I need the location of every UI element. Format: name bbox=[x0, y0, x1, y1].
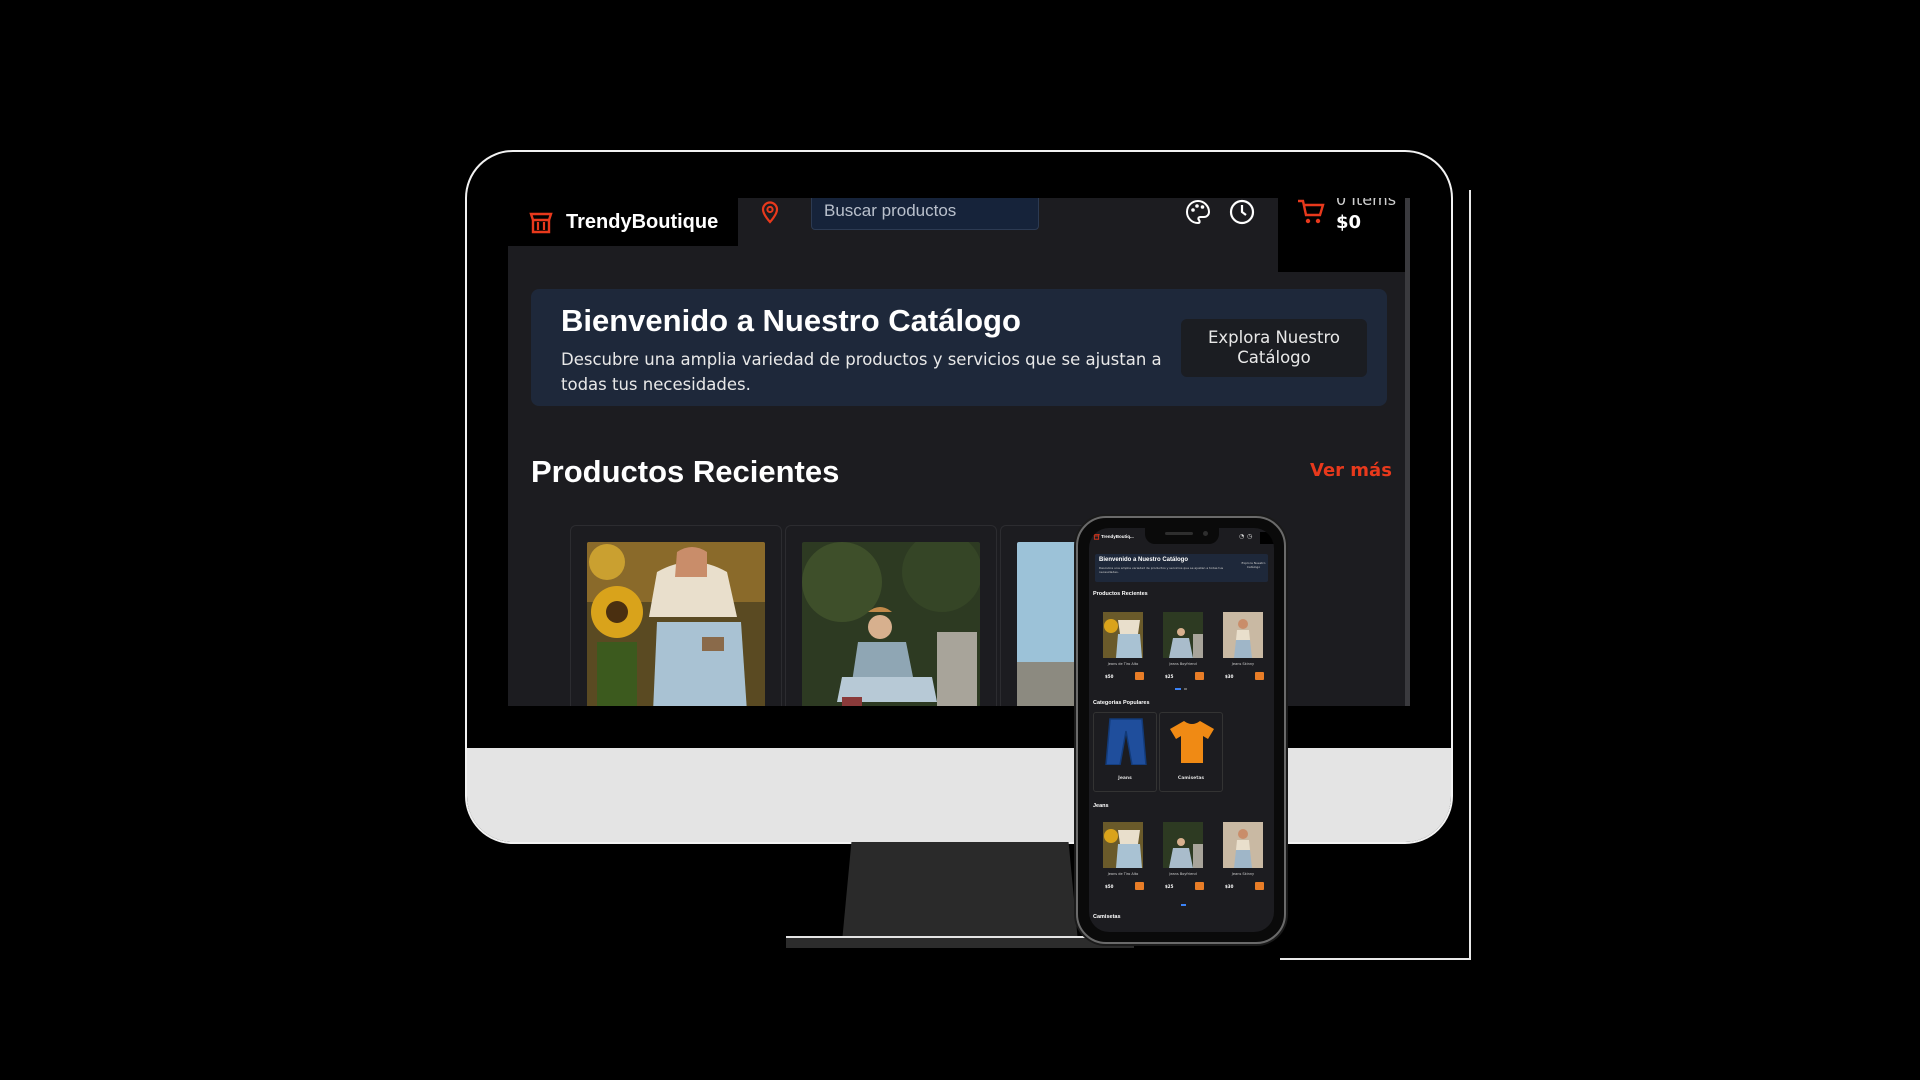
cart-total: $0 bbox=[1336, 212, 1362, 233]
add-to-cart-button[interactable] bbox=[1195, 882, 1204, 890]
mobile-brand: TrendyBoutiq... bbox=[1101, 534, 1134, 539]
palette-icon bbox=[1186, 199, 1211, 225]
hero-title: Bienvenido a Nuestro Catálogo bbox=[561, 303, 1021, 338]
history-button[interactable] bbox=[1228, 198, 1256, 230]
mobile-product-card[interactable]: Jeans Skinny $30 bbox=[1221, 820, 1265, 898]
clock-icon[interactable]: ◷ bbox=[1247, 533, 1252, 540]
mobile-product-card[interactable]: Jeans de Tiro Alto $50 bbox=[1101, 820, 1145, 898]
category-card-camisetas[interactable]: Camisetas bbox=[1159, 712, 1223, 792]
add-to-cart-button[interactable] bbox=[1195, 672, 1204, 680]
store-icon bbox=[1093, 533, 1100, 540]
category-card-jeans[interactable]: Jeans bbox=[1093, 712, 1157, 792]
mobile-cart-button[interactable] bbox=[1260, 532, 1274, 544]
explore-catalog-button[interactable]: Explora Nuestro Catálogo bbox=[1181, 319, 1367, 377]
product-price: $25 bbox=[1165, 674, 1174, 679]
add-to-cart-button[interactable] bbox=[1255, 882, 1264, 890]
category-label: Jeans bbox=[1118, 776, 1132, 781]
brand-logo[interactable]: TrendyBoutique bbox=[508, 198, 738, 246]
add-to-cart-button[interactable] bbox=[1135, 672, 1144, 680]
product-price: $50 bbox=[1105, 674, 1114, 679]
mobile-product-card[interactable]: Jeans Skinny $30 bbox=[1221, 610, 1265, 688]
store-icon bbox=[529, 212, 553, 234]
section-title: Productos Recientes bbox=[531, 454, 840, 489]
monitor-chin bbox=[467, 748, 1451, 842]
hero-subtitle: Descubre una amplia variedad de producto… bbox=[561, 350, 1162, 394]
brand-name: TrendyBoutique bbox=[566, 210, 719, 233]
mobile-product-card[interactable]: Jeans Boyfriend $25 bbox=[1161, 820, 1205, 898]
phone-camera bbox=[1203, 531, 1208, 536]
location-button[interactable] bbox=[760, 200, 780, 228]
mobile-section-title: Productos Recientes bbox=[1093, 591, 1148, 597]
product-image bbox=[1103, 612, 1143, 658]
product-name: Jeans Boyfriend bbox=[1169, 872, 1197, 876]
product-image bbox=[587, 542, 765, 706]
product-card[interactable] bbox=[785, 525, 997, 706]
device-mockup-stage: TrendyBoutique Buscar productos 0 Items … bbox=[0, 0, 1920, 1080]
theme-button[interactable] bbox=[1184, 198, 1212, 230]
product-price: $30 bbox=[1225, 884, 1234, 889]
product-price: $25 bbox=[1165, 884, 1174, 889]
see-more-link[interactable]: Ver más bbox=[1310, 460, 1392, 481]
monitor-stand bbox=[842, 842, 1078, 942]
product-image bbox=[1223, 822, 1263, 868]
backdrop-edge bbox=[1280, 958, 1470, 960]
category-label: Camisetas bbox=[1177, 776, 1205, 781]
product-image bbox=[1223, 612, 1263, 658]
hero-banner: Bienvenido a Nuestro Catálogo Descubre u… bbox=[531, 289, 1387, 406]
product-name: Jeans Skinny bbox=[1231, 662, 1255, 666]
mobile-camisetas-title: Camisetas bbox=[1093, 914, 1121, 920]
site-header: TrendyBoutique Buscar productos 0 Items … bbox=[508, 198, 1410, 272]
phone-screen: TrendyBoutiq... ◔ ◷ Bienvenido a Nuestro… bbox=[1089, 528, 1274, 932]
add-to-cart-button[interactable] bbox=[1135, 882, 1144, 890]
cart-item-count: 0 Items bbox=[1336, 198, 1397, 209]
product-price: $30 bbox=[1225, 674, 1234, 679]
mobile-explore-button[interactable]: Explora Nuestro Catálogo bbox=[1241, 561, 1266, 569]
product-price: $50 bbox=[1105, 884, 1114, 889]
search-placeholder: Buscar productos bbox=[824, 201, 957, 220]
cart-button[interactable]: 0 Items $0 bbox=[1278, 198, 1410, 272]
carousel-indicator[interactable] bbox=[1184, 688, 1187, 690]
product-image bbox=[1103, 822, 1143, 868]
product-image bbox=[1163, 612, 1203, 658]
clock-icon bbox=[1229, 199, 1255, 225]
t-shirt-icon bbox=[1170, 721, 1214, 763]
mobile-jeans-title: Jeans bbox=[1093, 803, 1109, 809]
cart-icon bbox=[1298, 199, 1325, 224]
product-name: Jeans de Tiro Alto bbox=[1107, 872, 1139, 876]
mobile-hero-banner: Bienvenido a Nuestro Catálogo Descubre u… bbox=[1095, 554, 1268, 582]
mobile-categories-title: Categorias Populares bbox=[1093, 700, 1150, 706]
product-name: Jeans Boyfriend bbox=[1169, 662, 1197, 666]
location-pin-icon bbox=[761, 201, 779, 224]
carousel-indicator[interactable] bbox=[1175, 688, 1181, 690]
product-name: Jeans de Tiro Alto bbox=[1107, 662, 1139, 666]
phone-notch bbox=[1145, 528, 1219, 544]
jeans-icon bbox=[1105, 718, 1147, 765]
product-image bbox=[802, 542, 980, 706]
mobile-product-card[interactable]: Jeans Boyfriend $25 bbox=[1161, 610, 1205, 688]
product-name: Jeans Skinny bbox=[1231, 872, 1255, 876]
palette-icon[interactable]: ◔ bbox=[1239, 533, 1244, 540]
search-input[interactable]: Buscar productos bbox=[811, 198, 1039, 230]
add-to-cart-button[interactable] bbox=[1255, 672, 1264, 680]
mobile-hero-subtitle: Descubre una amplia variedad de producto… bbox=[1099, 566, 1224, 574]
product-card[interactable] bbox=[570, 525, 782, 706]
product-image bbox=[1163, 822, 1203, 868]
mobile-product-card[interactable]: Jeans de Tiro Alto $50 bbox=[1101, 610, 1145, 688]
backdrop-edge bbox=[1469, 190, 1471, 960]
mobile-hero-title: Bienvenido a Nuestro Catálogo bbox=[1099, 557, 1189, 563]
phone-speaker bbox=[1165, 532, 1193, 535]
screen-edge bbox=[1405, 198, 1410, 706]
monitor-stand-base bbox=[786, 936, 1134, 948]
carousel-indicator[interactable] bbox=[1181, 904, 1186, 906]
